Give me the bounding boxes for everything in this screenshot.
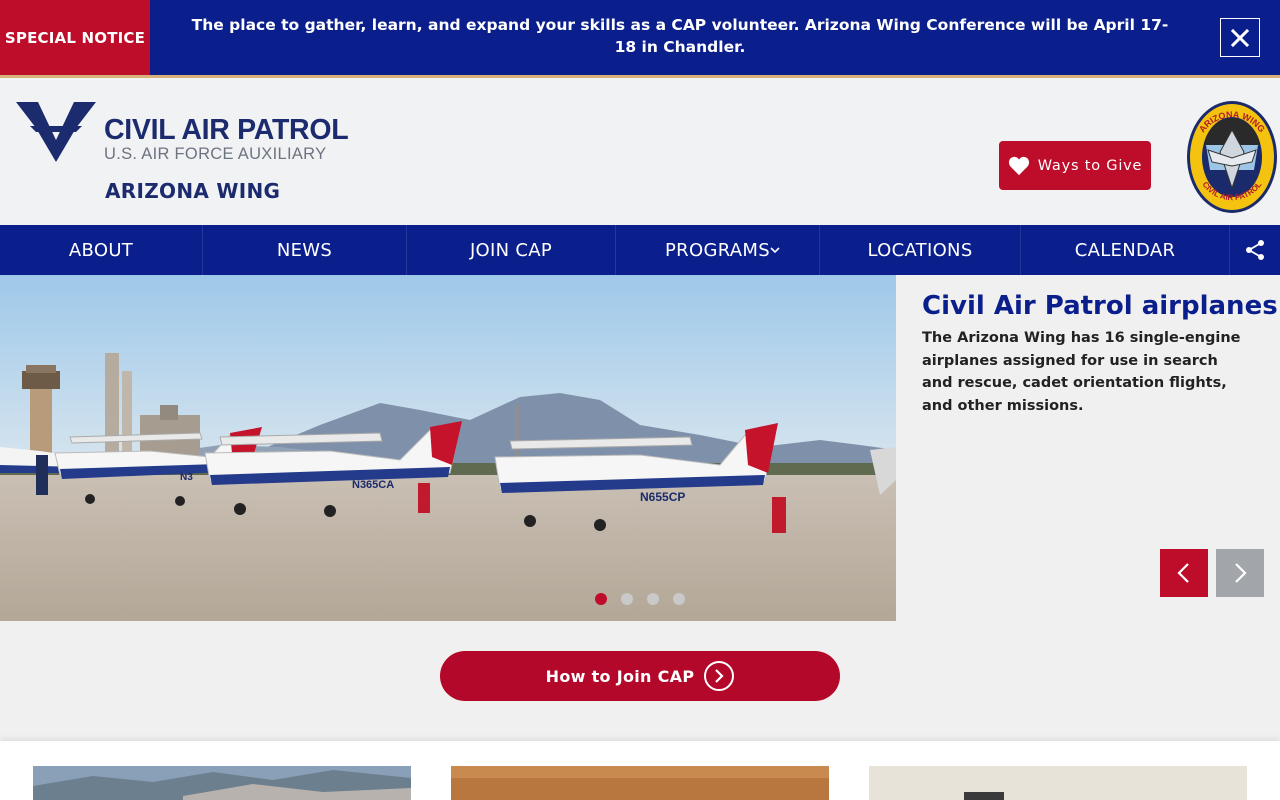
close-icon: [1231, 28, 1249, 47]
tail-number-1: N365CA: [352, 479, 394, 491]
chevron-down-icon[interactable]: [768, 243, 782, 257]
chevron-left-icon: [1177, 563, 1189, 583]
logo-title: CIVIL AIR PATROL: [104, 114, 349, 146]
slider-pagination: [595, 593, 685, 605]
heart-icon: [1008, 156, 1029, 175]
nav-item-calendar[interactable]: CALENDAR: [1021, 225, 1230, 275]
nav-item-label: JOIN CAP: [469, 239, 553, 261]
nav-item-locations[interactable]: LOCATIONS: [820, 225, 1021, 275]
hero-caption-panel: Civil Air Patrol airplanes The Arizona W…: [896, 275, 1280, 621]
feature-card-2-image[interactable]: [451, 766, 829, 800]
arizona-wing-patch-logo[interactable]: ARIZONA WING CIVIL AIR PATROL: [1186, 100, 1278, 214]
logo-subtitle: U.S. AIR FORCE AUXILIARY: [104, 145, 327, 163]
main-navigation: ABOUT NEWS JOIN CAP PROGRAMS LOCATIONS C…: [0, 225, 1280, 275]
chevron-circle-right-icon: [704, 661, 735, 691]
site-header: CIVIL AIR PATROL U.S. AIR FORCE AUXILIAR…: [0, 78, 1280, 225]
slider-prev-button[interactable]: [1160, 549, 1208, 597]
ways-to-give-button[interactable]: Ways to Give: [999, 141, 1151, 190]
nav-item-label: NEWS: [276, 239, 333, 261]
notice-text: The place to gather, learn, and expand y…: [191, 16, 1169, 56]
share-button[interactable]: [1230, 225, 1280, 275]
nav-item-news[interactable]: NEWS: [203, 225, 407, 275]
hero-description: The Arizona Wing has 16 single-engine ai…: [922, 330, 1241, 414]
nav-item-join-cap[interactable]: JOIN CAP: [407, 225, 616, 275]
feature-card-1-image[interactable]: [33, 766, 411, 800]
how-to-join-button[interactable]: How to Join CAP: [440, 651, 840, 701]
hero-title: Civil Air Patrol airplanes: [922, 291, 1278, 321]
chevron-right-icon: [1235, 563, 1247, 583]
tail-number-3: N3: [180, 472, 193, 483]
wing-name[interactable]: ARIZONA WING: [105, 179, 280, 203]
nav-item-programs[interactable]: PROGRAMS: [616, 225, 820, 275]
airplanes-on-tarmac-image: N365CA N655CP N3: [0, 275, 896, 621]
notice-close-button[interactable]: [1220, 18, 1260, 57]
slide-dot-3[interactable]: [647, 593, 659, 605]
tail-number-2: N655CP: [640, 490, 685, 504]
slider-next-button[interactable]: [1216, 549, 1264, 597]
nav-item-label: CALENDAR: [1074, 239, 1176, 261]
hero-slide-image: N365CA N655CP N3: [0, 275, 896, 621]
nav-item-label: PROGRAMS: [665, 239, 770, 261]
feature-card-3-image[interactable]: [869, 766, 1247, 800]
special-notice-bar: SPECIAL NOTICE The place to gather, lear…: [0, 0, 1280, 75]
ways-to-give-label: Ways to Give: [1037, 157, 1143, 174]
slide-dot-2[interactable]: [621, 593, 633, 605]
cap-logo-link[interactable]: CIVIL AIR PATROL U.S. AIR FORCE AUXILIAR…: [16, 100, 349, 166]
nav-item-label: ABOUT: [68, 239, 134, 261]
nav-item-about[interactable]: ABOUT: [0, 225, 203, 275]
nav-item-label: LOCATIONS: [867, 239, 973, 261]
notice-tag: SPECIAL NOTICE: [0, 0, 150, 75]
feature-cards-section: [0, 741, 1280, 800]
cap-wings-logo-icon: [16, 102, 96, 162]
how-to-join-label: How to Join CAP: [545, 666, 695, 686]
slide-dot-4[interactable]: [673, 593, 685, 605]
share-icon: [1246, 240, 1264, 260]
slide-dot-1[interactable]: [595, 593, 607, 605]
